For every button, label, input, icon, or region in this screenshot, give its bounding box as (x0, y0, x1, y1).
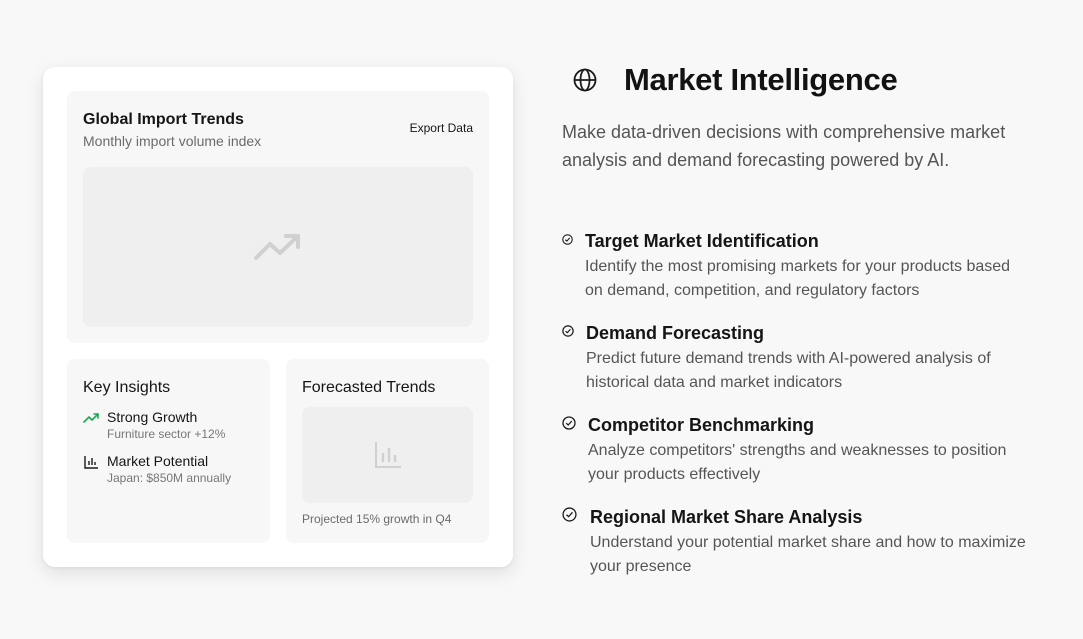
forecast-title: Forecasted Trends (302, 379, 436, 396)
bar-chart-icon (84, 456, 98, 469)
trending-up-icon (254, 234, 300, 260)
insight-detail: Japan: $850M annually (107, 471, 232, 485)
bar-chart-icon (374, 442, 401, 468)
feature-description: Understand your potential market share a… (590, 534, 1026, 575)
feature-description: Analyze competitors' strengths and weakn… (588, 442, 1007, 483)
feature-title: Competitor Benchmarking (588, 415, 815, 435)
insight-detail: Furniture sector +12% (107, 427, 226, 441)
feature-title: Regional Market Share Analysis (590, 507, 863, 527)
globe-icon (573, 68, 597, 92)
check-circle-icon (562, 416, 576, 430)
panel-subtitle: Monthly import volume index (83, 133, 262, 149)
feature-title: Demand Forecasting (586, 323, 765, 343)
import-trends-panel: Global Import Trends Monthly import volu… (67, 91, 489, 343)
section-intro: Make data-driven decisions with comprehe… (562, 122, 1006, 170)
forecasted-trends-panel: Forecasted Trends Projected 15% growth i… (286, 359, 489, 543)
check-circle-icon (562, 507, 577, 522)
section-title: Market Intelligence (624, 62, 898, 97)
check-circle-icon (562, 325, 574, 337)
feature-title: Target Market Identification (585, 231, 819, 251)
chart-placeholder (83, 167, 473, 327)
insight-item: Strong Growth Furniture sector +12% (83, 409, 225, 443)
trending-up-icon (83, 413, 99, 423)
insight-title: Market Potential (107, 453, 209, 469)
section-heading: Market Intelligence (572, 62, 898, 98)
export-data-button[interactable]: Export Data (410, 121, 473, 135)
insights-title: Key Insights (83, 379, 171, 396)
key-insights-panel: Key Insights Strong Growth Furniture sec… (67, 359, 270, 543)
feature-item: Competitor Benchmarking Analyze competit… (562, 414, 1033, 487)
feature-item: Demand Forecasting Predict future demand… (562, 322, 1031, 395)
feature-item: Target Market Identification Identify th… (562, 230, 1030, 303)
insight-item: Market Potential Japan: $850M annually (83, 453, 231, 487)
forecast-note: Projected 15% growth in Q4 (302, 512, 452, 526)
insight-title: Strong Growth (107, 409, 198, 425)
market-card: Global Import Trends Monthly import volu… (43, 67, 513, 567)
forecast-chart-placeholder (302, 407, 473, 503)
feature-item: Regional Market Share Analysis Understan… (562, 506, 1035, 579)
feature-description: Identify the most promising markets for … (585, 258, 1011, 299)
panel-title: Global Import Trends (83, 111, 244, 128)
feature-description: Predict future demand trends with AI-pow… (586, 350, 991, 391)
check-circle-icon (562, 234, 573, 245)
